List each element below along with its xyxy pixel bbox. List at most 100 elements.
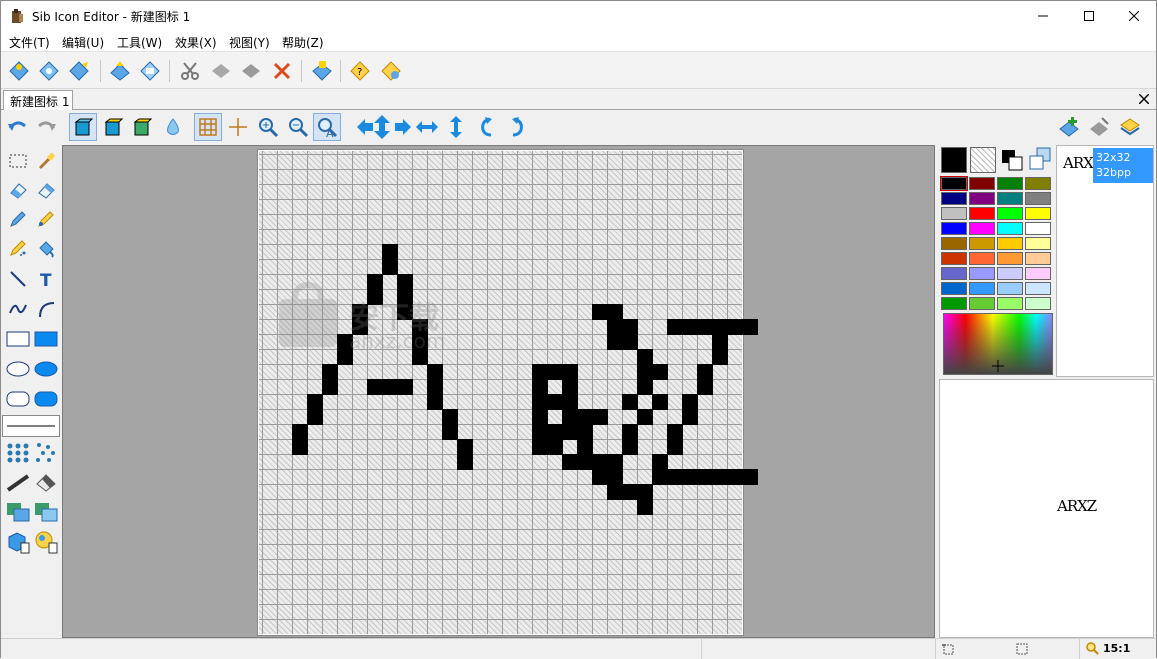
- export-button[interactable]: [137, 58, 163, 84]
- transparency-button[interactable]: [159, 113, 187, 141]
- palette-swatch[interactable]: [969, 297, 995, 310]
- palette-swatch[interactable]: [969, 207, 995, 220]
- redo-button[interactable]: [33, 113, 61, 141]
- new-button[interactable]: [6, 58, 32, 84]
- secondary-color[interactable]: [970, 147, 996, 173]
- delete-button[interactable]: [269, 58, 295, 84]
- properties-button[interactable]: [309, 58, 335, 84]
- swap-colors-icon[interactable]: [1001, 149, 1023, 171]
- menu-view[interactable]: 视图(Y): [229, 34, 270, 51]
- palette-swatch[interactable]: [997, 297, 1023, 310]
- line-tool[interactable]: [4, 265, 32, 293]
- crosshair-toggle[interactable]: [224, 113, 252, 141]
- pattern-tool[interactable]: [4, 439, 32, 467]
- rounded-rect-tool[interactable]: [4, 385, 32, 413]
- palette-swatch[interactable]: [1025, 297, 1051, 310]
- palette-swatch[interactable]: [941, 207, 967, 220]
- curve-tool[interactable]: [4, 295, 32, 323]
- menu-help[interactable]: 帮助(Z): [282, 34, 324, 51]
- palette-swatch[interactable]: [940, 176, 968, 191]
- brush-tool[interactable]: [32, 205, 60, 233]
- palette-swatch[interactable]: [941, 282, 967, 295]
- background-mode-1[interactable]: [69, 113, 97, 141]
- palette-swatch[interactable]: [997, 207, 1023, 220]
- palette-swatch[interactable]: [969, 222, 995, 235]
- palette-swatch[interactable]: [969, 282, 995, 295]
- fill-tool[interactable]: [32, 234, 60, 262]
- add-format-button[interactable]: [1055, 113, 1083, 141]
- zoom-out-button[interactable]: [284, 113, 312, 141]
- arc-tool[interactable]: [32, 295, 60, 323]
- palette-swatch[interactable]: [941, 252, 967, 265]
- import-button[interactable]: [107, 58, 133, 84]
- ellipse-tool[interactable]: [4, 355, 32, 383]
- reset-colors-icon[interactable]: [1028, 147, 1052, 171]
- color-picker-tool[interactable]: [32, 147, 60, 175]
- menu-effects[interactable]: 效果(X): [175, 34, 217, 51]
- palette-swatch[interactable]: [969, 177, 995, 190]
- spray-tool[interactable]: [4, 234, 32, 262]
- scatter-pattern-tool[interactable]: [32, 439, 60, 467]
- filled-rectangle-tool[interactable]: [32, 325, 60, 353]
- save-button[interactable]: [66, 58, 92, 84]
- palette-swatch[interactable]: [969, 237, 995, 250]
- maximize-button[interactable]: [1066, 1, 1112, 31]
- eraser-tool[interactable]: [4, 176, 32, 204]
- icon-info-tool[interactable]: [4, 528, 32, 556]
- filled-rounded-rect-tool[interactable]: [32, 385, 60, 413]
- palette-swatch[interactable]: [1025, 267, 1051, 280]
- pencil-tool[interactable]: [4, 205, 32, 233]
- image-info-tool[interactable]: [32, 528, 60, 556]
- menu-edit[interactable]: 编辑(U): [62, 34, 104, 51]
- layer-tool-1[interactable]: [4, 498, 32, 526]
- zoom-fit-button[interactable]: A: [313, 113, 341, 141]
- background-mode-3[interactable]: [128, 113, 156, 141]
- palette-swatch[interactable]: [941, 222, 967, 235]
- palette-swatch[interactable]: [1025, 237, 1051, 250]
- color-eraser-tool[interactable]: [32, 176, 60, 204]
- palette-swatch[interactable]: [1025, 282, 1051, 295]
- layer-tool-2[interactable]: [32, 498, 60, 526]
- zoom-in-button[interactable]: [254, 113, 282, 141]
- flip-horizontal-button[interactable]: [413, 113, 441, 141]
- grid-toggle[interactable]: [194, 113, 222, 141]
- primary-color[interactable]: [941, 147, 967, 173]
- palette-swatch[interactable]: [1025, 252, 1051, 265]
- smudge-tool[interactable]: [32, 468, 60, 496]
- menu-tools[interactable]: 工具(W): [117, 34, 162, 51]
- palette-swatch[interactable]: [997, 192, 1023, 205]
- palette-swatch[interactable]: [997, 237, 1023, 250]
- palette-swatch[interactable]: [1025, 207, 1051, 220]
- color-spectrum[interactable]: [943, 313, 1053, 375]
- background-mode-2[interactable]: [99, 113, 127, 141]
- palette-swatch[interactable]: [997, 267, 1023, 280]
- filled-ellipse-tool[interactable]: [32, 355, 60, 383]
- cut-button[interactable]: [177, 58, 203, 84]
- tab-close-button[interactable]: [1136, 89, 1152, 109]
- palette-swatch[interactable]: [941, 267, 967, 280]
- rotate-left-button[interactable]: [473, 113, 501, 141]
- palette-swatch[interactable]: [969, 252, 995, 265]
- palette-swatch[interactable]: [969, 267, 995, 280]
- undo-button[interactable]: [3, 113, 31, 141]
- palette-swatch[interactable]: [969, 192, 995, 205]
- palette-swatch[interactable]: [997, 282, 1023, 295]
- palette-swatch[interactable]: [997, 222, 1023, 235]
- menu-file[interactable]: 文件(T): [9, 34, 50, 51]
- palette-swatch[interactable]: [941, 237, 967, 250]
- palette-swatch[interactable]: [1025, 192, 1051, 205]
- tab-new-icon-1[interactable]: 新建图标 1: [3, 90, 73, 110]
- rectangle-tool[interactable]: [4, 325, 32, 353]
- text-tool[interactable]: T: [32, 265, 60, 293]
- close-button[interactable]: [1111, 1, 1157, 31]
- rect-select-tool[interactable]: [4, 147, 32, 175]
- copy-button[interactable]: [208, 58, 234, 84]
- brush-size-tool[interactable]: [4, 468, 32, 496]
- line-width-selector[interactable]: [2, 415, 60, 437]
- palette-swatch[interactable]: [997, 177, 1023, 190]
- palette-swatch[interactable]: [1025, 177, 1051, 190]
- paste-button[interactable]: [238, 58, 264, 84]
- open-button[interactable]: [36, 58, 62, 84]
- about-button[interactable]: [378, 58, 404, 84]
- palette-swatch[interactable]: [1025, 222, 1051, 235]
